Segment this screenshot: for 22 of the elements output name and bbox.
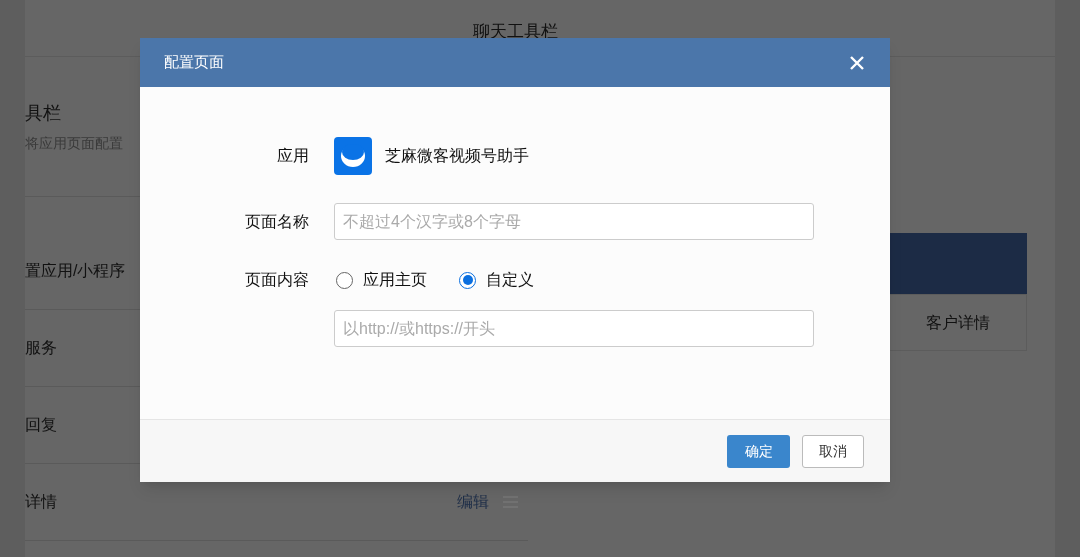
app-logo-icon xyxy=(334,137,372,175)
app-name: 芝麻微客视频号助手 xyxy=(385,146,529,166)
list-item-label: 置应用/小程序 xyxy=(25,261,126,281)
dialog-title: 配置页面 xyxy=(164,52,224,73)
url-field[interactable]: 以http://或https://开头 xyxy=(334,310,814,347)
list-item-label: 服务 xyxy=(25,338,57,358)
field-label: 页面名称 xyxy=(244,211,309,232)
field-label: 应用 xyxy=(276,146,309,166)
confirm-button[interactable]: 确定 xyxy=(727,434,790,468)
radio-label: 自定义 xyxy=(486,270,534,290)
field-label: 页面内容 xyxy=(244,270,309,290)
page-name-field[interactable]: 不超过4个汉字或8个字母 xyxy=(334,203,814,240)
close-icon[interactable] xyxy=(848,53,866,72)
preview-tab[interactable]: 客户详情 xyxy=(926,310,990,335)
cancel-button[interactable]: 取消 xyxy=(802,434,864,468)
edit-link[interactable]: 编辑 xyxy=(457,490,489,514)
radio-label: 应用主页 xyxy=(363,270,427,290)
radio-button[interactable] xyxy=(336,271,353,289)
radio-button[interactable] xyxy=(459,271,476,289)
section-title: 具栏 xyxy=(25,102,62,125)
list-item-label: 回复 xyxy=(25,415,57,435)
list-item-label: 详情 xyxy=(25,492,57,512)
